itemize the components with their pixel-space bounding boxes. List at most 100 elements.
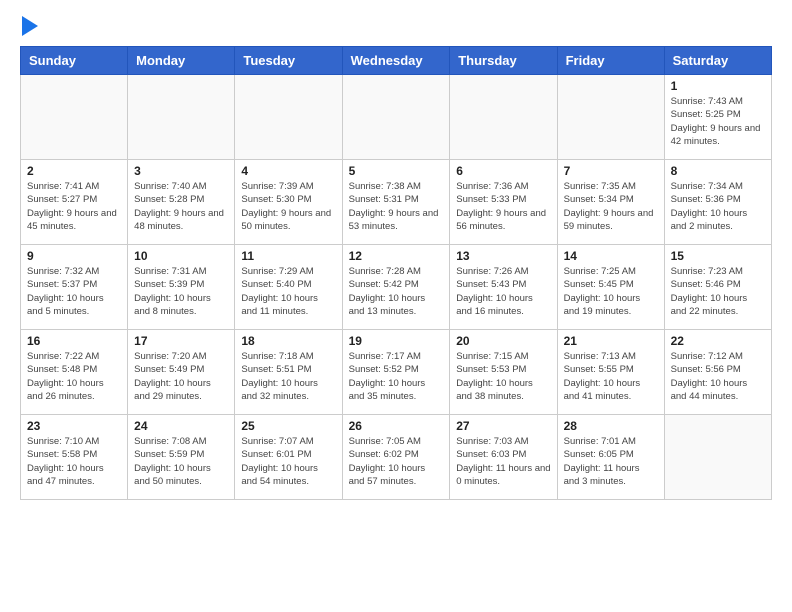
day-info: Sunrise: 7:20 AMSunset: 5:49 PMDaylight:… <box>134 350 228 403</box>
calendar-cell: 20 Sunrise: 7:15 AMSunset: 5:53 PMDayligh… <box>450 330 557 415</box>
day-number: 28 <box>564 419 658 433</box>
day-info: Sunrise: 7:05 AMSunset: 6:02 PMDaylight:… <box>349 435 444 488</box>
day-number: 24 <box>134 419 228 433</box>
calendar-cell: 12 Sunrise: 7:28 AMSunset: 5:42 PMDayligh… <box>342 245 450 330</box>
day-info: Sunrise: 7:13 AMSunset: 5:55 PMDaylight:… <box>564 350 658 403</box>
day-info: Sunrise: 7:29 AMSunset: 5:40 PMDaylight:… <box>241 265 335 318</box>
day-number: 4 <box>241 164 335 178</box>
weekday-header-sunday: Sunday <box>21 47 128 75</box>
calendar-cell: 15 Sunrise: 7:23 AMSunset: 5:46 PMDayligh… <box>664 245 771 330</box>
day-number: 12 <box>349 249 444 263</box>
day-number: 25 <box>241 419 335 433</box>
calendar-cell: 1 Sunrise: 7:43 AMSunset: 5:25 PMDaylight… <box>664 75 771 160</box>
calendar-cell: 18Sunrise: 7:18 AMSunset: 5:51 PMDayligh… <box>235 330 342 415</box>
weekday-header-thursday: Thursday <box>450 47 557 75</box>
weekday-header-tuesday: Tuesday <box>235 47 342 75</box>
day-number: 23 <box>27 419 121 433</box>
day-info: Sunrise: 7:08 AMSunset: 5:59 PMDaylight:… <box>134 435 228 488</box>
day-number: 26 <box>349 419 444 433</box>
day-number: 15 <box>671 249 765 263</box>
day-info: Sunrise: 7:26 AMSunset: 5:43 PMDaylight:… <box>456 265 550 318</box>
calendar-cell: 13 Sunrise: 7:26 AMSunset: 5:43 PMDayligh… <box>450 245 557 330</box>
day-info: Sunrise: 7:43 AMSunset: 5:25 PMDaylight:… <box>671 95 765 148</box>
calendar-cell: 14 Sunrise: 7:25 AMSunset: 5:45 PMDayligh… <box>557 245 664 330</box>
calendar-cell: 8Sunrise: 7:34 AMSunset: 5:36 PMDaylight… <box>664 160 771 245</box>
week-row-5: 23 Sunrise: 7:10 AMSunset: 5:58 PMDayligh… <box>21 415 772 500</box>
calendar-cell: 3 Sunrise: 7:40 AMSunset: 5:28 PMDaylight… <box>128 160 235 245</box>
day-info: Sunrise: 7:23 AMSunset: 5:46 PMDaylight:… <box>671 265 765 318</box>
day-info: Sunrise: 7:41 AMSunset: 5:27 PMDaylight:… <box>27 180 121 233</box>
day-number: 2 <box>27 164 121 178</box>
day-info: Sunrise: 7:10 AMSunset: 5:58 PMDaylight:… <box>27 435 121 488</box>
day-number: 19 <box>349 334 444 348</box>
day-info: Sunrise: 7:35 AMSunset: 5:34 PMDaylight:… <box>564 180 658 233</box>
day-number: 7 <box>564 164 658 178</box>
day-info: Sunrise: 7:28 AMSunset: 5:42 PMDaylight:… <box>349 265 444 318</box>
day-info: Sunrise: 7:38 AMSunset: 5:31 PMDaylight:… <box>349 180 444 233</box>
calendar-cell <box>128 75 235 160</box>
calendar-cell: 17 Sunrise: 7:20 AMSunset: 5:49 PMDayligh… <box>128 330 235 415</box>
day-info: Sunrise: 7:36 AMSunset: 5:33 PMDaylight:… <box>456 180 550 233</box>
calendar-cell: 19 Sunrise: 7:17 AMSunset: 5:52 PMDayligh… <box>342 330 450 415</box>
calendar-cell: 27 Sunrise: 7:03 AMSunset: 6:03 PMDayligh… <box>450 415 557 500</box>
calendar-cell <box>664 415 771 500</box>
calendar-cell: 4 Sunrise: 7:39 AMSunset: 5:30 PMDaylight… <box>235 160 342 245</box>
day-number: 9 <box>27 249 121 263</box>
day-number: 17 <box>134 334 228 348</box>
day-info: Sunrise: 7:40 AMSunset: 5:28 PMDaylight:… <box>134 180 228 233</box>
day-info: Sunrise: 7:17 AMSunset: 5:52 PMDaylight:… <box>349 350 444 403</box>
calendar-cell <box>557 75 664 160</box>
weekday-header-friday: Friday <box>557 47 664 75</box>
day-number: 8 <box>671 164 765 178</box>
calendar-cell: 28 Sunrise: 7:01 AMSunset: 6:05 PMDayligh… <box>557 415 664 500</box>
calendar-cell: 6Sunrise: 7:36 AMSunset: 5:33 PMDaylight… <box>450 160 557 245</box>
calendar-cell: 22 Sunrise: 7:12 AMSunset: 5:56 PMDayligh… <box>664 330 771 415</box>
day-info: Sunrise: 7:15 AMSunset: 5:53 PMDaylight:… <box>456 350 550 403</box>
calendar-cell: 24 Sunrise: 7:08 AMSunset: 5:59 PMDayligh… <box>128 415 235 500</box>
calendar-cell: 10Sunrise: 7:31 AMSunset: 5:39 PMDayligh… <box>128 245 235 330</box>
day-number: 14 <box>564 249 658 263</box>
calendar-cell <box>235 75 342 160</box>
week-row-1: 1 Sunrise: 7:43 AMSunset: 5:25 PMDaylight… <box>21 75 772 160</box>
page-header <box>20 20 772 36</box>
calendar-cell: 11 Sunrise: 7:29 AMSunset: 5:40 PMDayligh… <box>235 245 342 330</box>
calendar-cell: 2 Sunrise: 7:41 AMSunset: 5:27 PMDaylight… <box>21 160 128 245</box>
day-info: Sunrise: 7:22 AMSunset: 5:48 PMDaylight:… <box>27 350 121 403</box>
weekday-header-wednesday: Wednesday <box>342 47 450 75</box>
week-row-3: 9 Sunrise: 7:32 AMSunset: 5:37 PMDaylight… <box>21 245 772 330</box>
day-info: Sunrise: 7:39 AMSunset: 5:30 PMDaylight:… <box>241 180 335 233</box>
day-info: Sunrise: 7:31 AMSunset: 5:39 PMDaylight:… <box>134 265 228 318</box>
day-info: Sunrise: 7:03 AMSunset: 6:03 PMDaylight:… <box>456 435 550 488</box>
day-info: Sunrise: 7:25 AMSunset: 5:45 PMDaylight:… <box>564 265 658 318</box>
calendar-cell: 25 Sunrise: 7:07 AMSunset: 6:01 PMDayligh… <box>235 415 342 500</box>
week-row-4: 16 Sunrise: 7:22 AMSunset: 5:48 PMDayligh… <box>21 330 772 415</box>
calendar-cell: 9 Sunrise: 7:32 AMSunset: 5:37 PMDaylight… <box>21 245 128 330</box>
day-info: Sunrise: 7:07 AMSunset: 6:01 PMDaylight:… <box>241 435 335 488</box>
day-number: 22 <box>671 334 765 348</box>
calendar-cell <box>450 75 557 160</box>
weekday-header-monday: Monday <box>128 47 235 75</box>
calendar-table: SundayMondayTuesdayWednesdayThursdayFrid… <box>20 46 772 500</box>
weekday-header-row: SundayMondayTuesdayWednesdayThursdayFrid… <box>21 47 772 75</box>
day-info: Sunrise: 7:12 AMSunset: 5:56 PMDaylight:… <box>671 350 765 403</box>
day-number: 5 <box>349 164 444 178</box>
logo <box>20 20 38 36</box>
day-info: Sunrise: 7:18 AMSunset: 5:51 PMDaylight:… <box>241 350 335 403</box>
day-number: 20 <box>456 334 550 348</box>
day-number: 21 <box>564 334 658 348</box>
logo-arrow-icon <box>22 16 38 36</box>
day-info: Sunrise: 7:01 AMSunset: 6:05 PMDaylight:… <box>564 435 658 488</box>
day-number: 13 <box>456 249 550 263</box>
calendar-cell: 26 Sunrise: 7:05 AMSunset: 6:02 PMDayligh… <box>342 415 450 500</box>
calendar-cell: 5 Sunrise: 7:38 AMSunset: 5:31 PMDaylight… <box>342 160 450 245</box>
day-number: 11 <box>241 249 335 263</box>
calendar-cell: 16 Sunrise: 7:22 AMSunset: 5:48 PMDayligh… <box>21 330 128 415</box>
day-number: 1 <box>671 79 765 93</box>
day-number: 27 <box>456 419 550 433</box>
day-number: 16 <box>27 334 121 348</box>
weekday-header-saturday: Saturday <box>664 47 771 75</box>
week-row-2: 2 Sunrise: 7:41 AMSunset: 5:27 PMDaylight… <box>21 160 772 245</box>
day-info: Sunrise: 7:32 AMSunset: 5:37 PMDaylight:… <box>27 265 121 318</box>
calendar-cell <box>21 75 128 160</box>
day-number: 3 <box>134 164 228 178</box>
